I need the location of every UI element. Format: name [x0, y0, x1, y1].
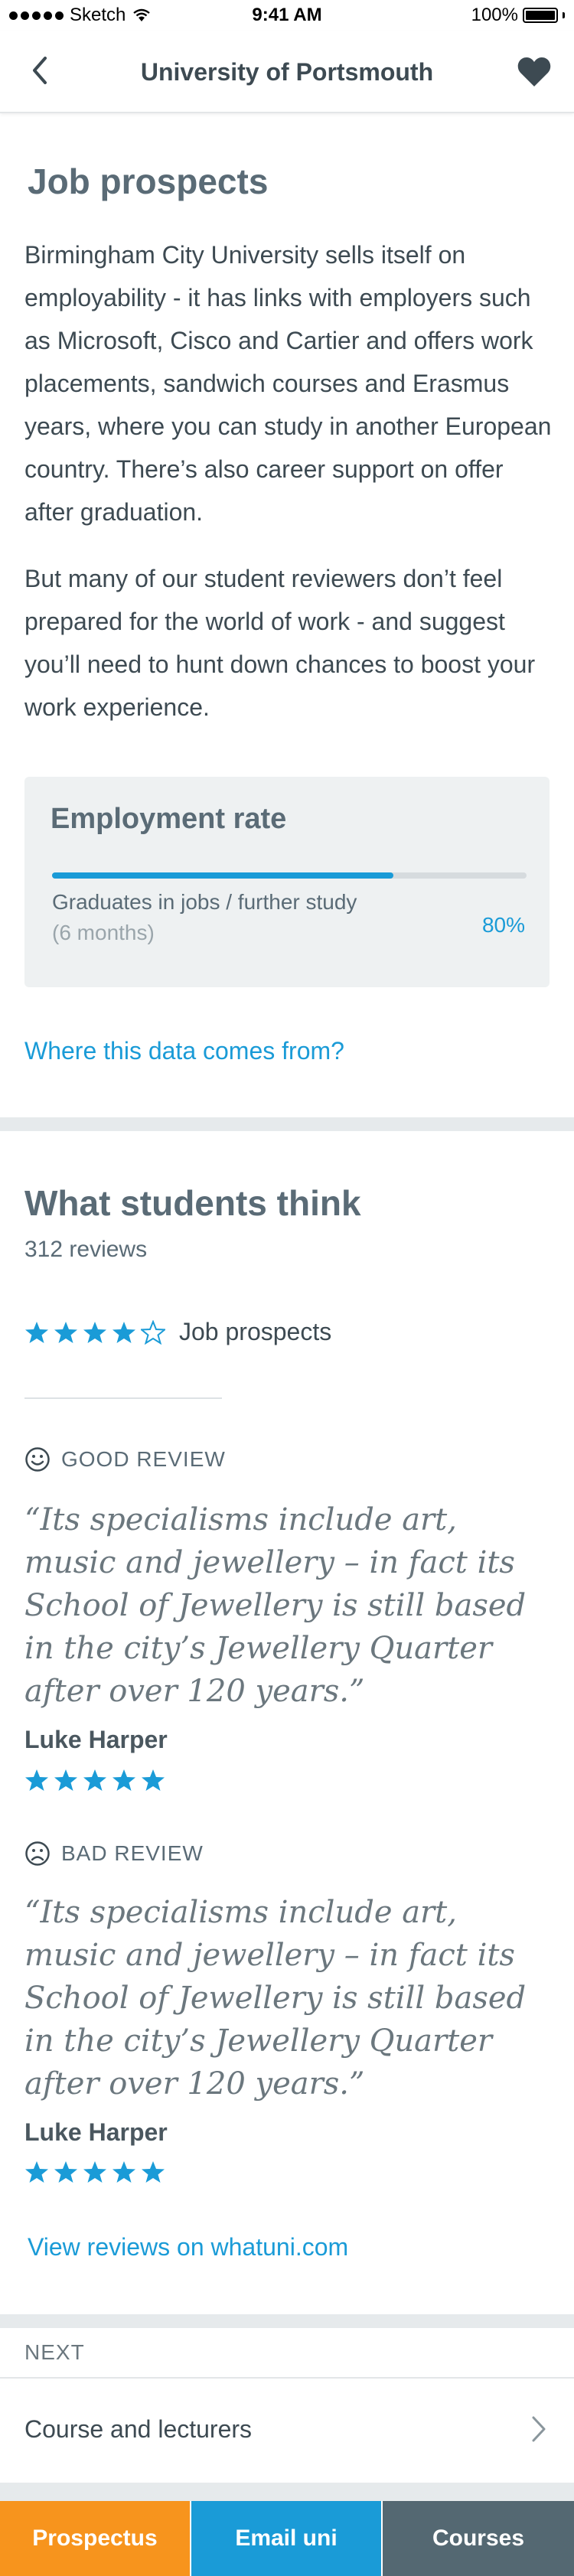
smile-icon: [25, 1447, 50, 1472]
employment-label: Graduates in jobs / further study: [52, 890, 357, 914]
status-bar: Sketch 9:41 AM 100%: [0, 0, 574, 31]
employment-progress-fill: [52, 872, 394, 879]
review-count: 312 reviews: [24, 1237, 148, 1262]
email-uni-button[interactable]: Email uni: [190, 2501, 381, 2576]
employment-rate-title: Employment rate: [51, 803, 287, 835]
battery-percent: 100%: [471, 5, 518, 25]
star-filled-icon: [83, 1769, 106, 1791]
bad-review-quote: “Its specialisms include art, music and …: [24, 1895, 527, 2102]
data-source-link[interactable]: Where this data comes from?: [24, 1037, 344, 1065]
courses-button[interactable]: Courses: [381, 2501, 574, 2576]
star-filled-icon: [54, 1769, 77, 1791]
nav-bar: University of Portsmouth: [0, 31, 574, 113]
employment-value: 80%: [481, 913, 525, 937]
section-divider: [0, 2483, 574, 2501]
prospectus-button[interactable]: Prospectus: [0, 2501, 190, 2576]
job-prospects-paragraph-1: Birmingham City University sells itself …: [24, 241, 552, 526]
good-review-stars: [24, 1768, 165, 1792]
bad-review-stars: [24, 2160, 165, 2184]
next-rule: [0, 2377, 574, 2379]
battery-group: 100%: [471, 5, 565, 26]
rating-stars: [24, 1319, 165, 1345]
star-filled-icon: [142, 2161, 165, 2183]
star-filled-icon: [113, 1769, 135, 1791]
good-review-label: GOOD REVIEW: [61, 1447, 226, 1471]
bottom-action-bar: Prospectus Email uni Courses: [0, 2501, 574, 2576]
bad-review-author: Luke Harper: [24, 2118, 168, 2146]
employment-progress-track: [52, 872, 527, 879]
job-prospects-paragraph-2: But many of our student reviewers don’t …: [24, 565, 536, 721]
favourite-button[interactable]: [510, 47, 559, 96]
battery-icon: [523, 8, 558, 23]
star-empty-icon: [141, 1319, 165, 1345]
good-review-quote: “Its specialisms include art, music and …: [24, 1502, 527, 1709]
star-filled-icon: [83, 2161, 106, 2183]
good-review-header: GOOD REVIEW: [24, 1446, 226, 1472]
rating-divider: [24, 1397, 222, 1399]
star-filled-icon: [113, 1321, 135, 1343]
next-label: NEXT: [24, 2340, 85, 2364]
next-item-label[interactable]: Course and lecturers: [24, 2415, 252, 2444]
chevron-left-icon: [33, 57, 47, 84]
rating-label: Job prospects: [179, 1318, 332, 1345]
good-review-author: Luke Harper: [24, 1726, 168, 1753]
job-prospects-rating: Job prospects: [24, 1318, 331, 1346]
bad-review-header: BAD REVIEW: [24, 1841, 204, 1867]
heart-icon: [517, 57, 551, 86]
star-filled-icon: [113, 2161, 135, 2183]
battery-tip: [563, 12, 565, 18]
star-filled-icon: [54, 2161, 77, 2183]
employment-sublabel: (6 months): [52, 921, 155, 944]
star-filled-icon: [83, 1321, 106, 1343]
frown-icon: [25, 1841, 50, 1866]
chevron-right-icon: [532, 2416, 546, 2442]
star-filled-icon: [25, 1769, 48, 1791]
star-filled-icon: [25, 2161, 48, 2183]
job-prospects-heading: Job prospects: [28, 161, 269, 201]
view-reviews-link[interactable]: View reviews on whatuni.com: [28, 2233, 348, 2261]
star-filled-icon: [25, 1321, 48, 1343]
section-divider: [0, 1117, 574, 1131]
star-filled-icon: [142, 1769, 165, 1791]
star-filled-icon: [54, 1321, 77, 1343]
employment-rate-card: Employment rate Graduates in jobs / furt…: [24, 777, 550, 987]
page-title: University of Portsmouth: [140, 58, 434, 86]
section-divider: [0, 2314, 574, 2328]
bad-review-label: BAD REVIEW: [61, 1841, 204, 1865]
students-heading: What students think: [24, 1183, 361, 1223]
back-button[interactable]: [17, 47, 63, 93]
next-item-button[interactable]: [523, 2411, 554, 2447]
